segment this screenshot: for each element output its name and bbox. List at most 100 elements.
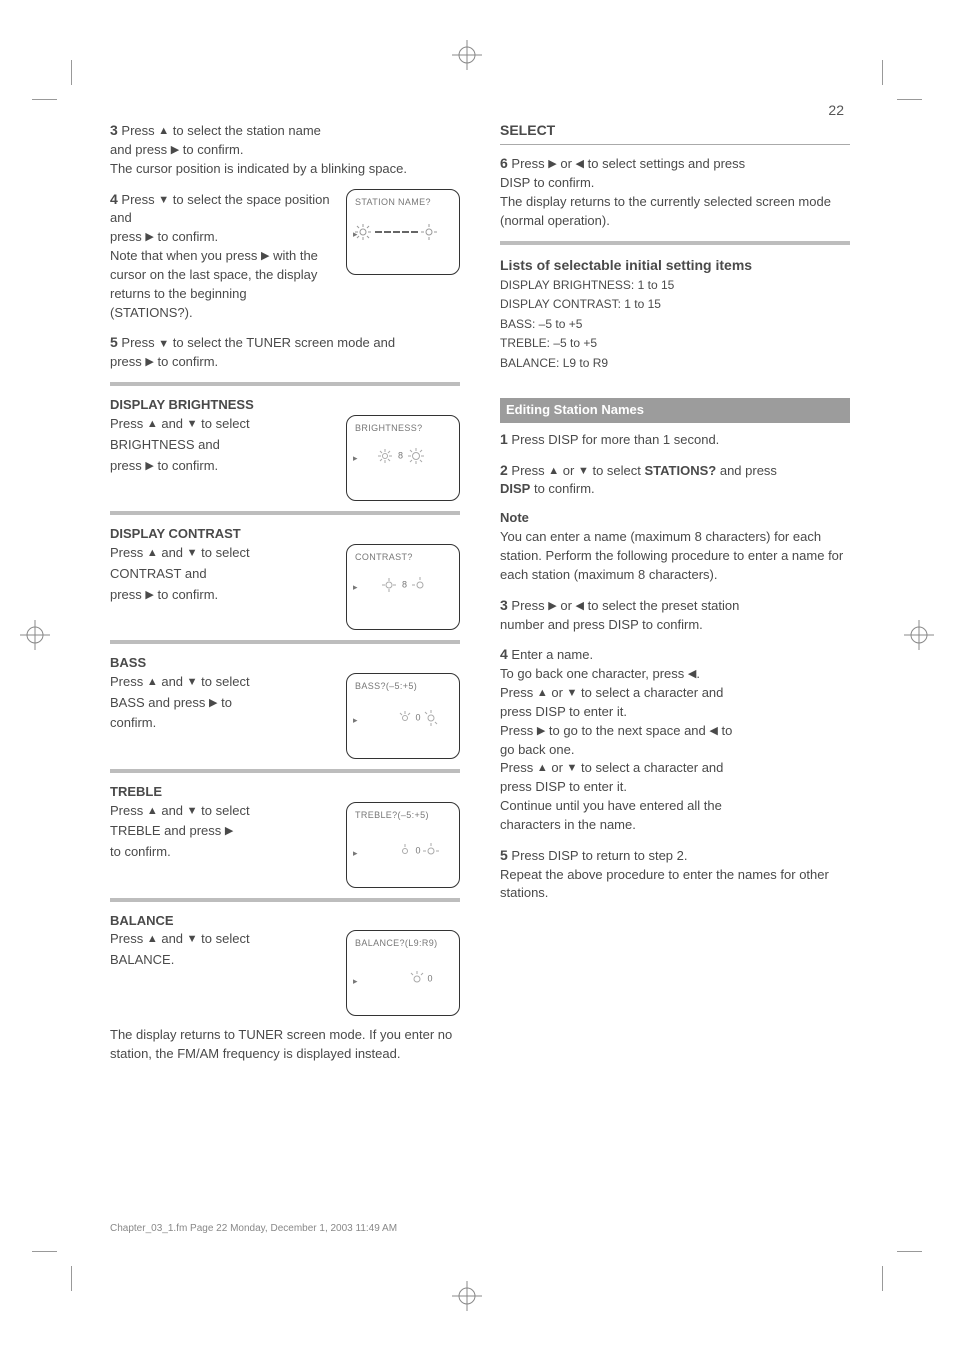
body-text: or xyxy=(557,156,576,171)
body-text: Repeat the above procedure to enter the … xyxy=(500,866,850,904)
body-text: Press xyxy=(110,545,147,560)
body-text: and xyxy=(158,674,187,689)
list-item: BALANCE: L9 to R9 xyxy=(500,355,850,372)
body-text: To go back one character, press xyxy=(500,666,688,681)
list-item: DISPLAY CONTRAST: 1 to 15 xyxy=(500,296,850,313)
edit-step-1: 1 Press DISP for more than 1 second. xyxy=(500,429,850,450)
note-body: You can enter a name (maximum 8 characte… xyxy=(500,528,850,585)
body-text: Press xyxy=(110,674,147,689)
sun-icon xyxy=(355,224,371,240)
divider xyxy=(110,511,460,515)
lcd-brightness: BRIGHTNESS? ▸ 8 xyxy=(346,415,460,501)
treble-label: TREBLE xyxy=(110,783,460,802)
divider xyxy=(110,769,460,773)
pointer-icon: ▸ xyxy=(353,714,358,727)
up-arrow-icon: ▲ xyxy=(537,688,548,699)
body-text: to select the TUNER screen mode and xyxy=(169,335,395,350)
down-arrow-icon: ▼ xyxy=(187,806,198,817)
body-text: or xyxy=(548,685,567,700)
left-arrow-icon: ◀ xyxy=(576,159,584,170)
body-text: . xyxy=(696,666,700,681)
body-text: Press xyxy=(110,803,147,818)
body-text: Press xyxy=(511,156,548,171)
body-text: to xyxy=(718,723,732,738)
body-text: to confirm. xyxy=(154,458,218,473)
body-text: Press xyxy=(110,416,147,431)
body-text: DISP to confirm. xyxy=(500,174,850,193)
body-text: to confirm. xyxy=(154,587,218,602)
down-arrow-icon: ▼ xyxy=(187,677,198,688)
edit-step-5: 5 Press DISP to return to step 2. Repeat… xyxy=(500,845,850,904)
down-arrow-icon: ▼ xyxy=(158,195,169,206)
body-text: press DISP to enter it. xyxy=(500,703,850,722)
edit-step-4: 4 Enter a name. To go back one character… xyxy=(500,644,850,834)
body-text: Press xyxy=(511,598,548,613)
divider xyxy=(500,241,850,245)
step-num: 4 xyxy=(500,646,508,662)
down-arrow-icon: ▼ xyxy=(567,688,578,699)
down-arrow-icon: ▼ xyxy=(187,548,198,559)
step-num: 6 xyxy=(500,155,508,171)
body-text: BASS and press xyxy=(110,695,209,710)
body-text: Press xyxy=(121,123,158,138)
divider xyxy=(110,640,460,644)
sun-icon xyxy=(421,224,437,240)
up-arrow-icon: ▲ xyxy=(147,806,158,817)
body-text: (STATIONS?). xyxy=(110,304,336,323)
brightness-label: DISPLAY BRIGHTNESS xyxy=(110,396,460,415)
up-arrow-icon: ▲ xyxy=(548,466,559,477)
lcd-title: CONTRAST? xyxy=(355,551,451,564)
step-4: 4 Press ▼ to select the space position a… xyxy=(110,189,460,323)
initial-settings-heading: Lists of selectable initial setting item… xyxy=(500,255,850,275)
body-text: to select a character and xyxy=(577,685,723,700)
step-num: 2 xyxy=(500,462,508,478)
body-text: to confirm. xyxy=(154,229,218,244)
registration-mark-left xyxy=(20,620,50,650)
left-arrow-icon: ◀ xyxy=(709,726,717,737)
body-text: Note that when you press xyxy=(110,248,261,263)
body-text: or xyxy=(557,598,576,613)
body-text: to select settings and press xyxy=(584,156,745,171)
body-text: confirm. xyxy=(110,714,336,733)
step-num: 4 xyxy=(110,191,118,207)
body-text: to select xyxy=(198,803,250,818)
sun-icon xyxy=(397,710,413,726)
body-text: and xyxy=(158,545,187,560)
up-arrow-icon: ▲ xyxy=(537,763,548,774)
right-arrow-icon: ▶ xyxy=(548,601,556,612)
right-arrow-icon: ▶ xyxy=(225,826,233,837)
stations-key: STATIONS? xyxy=(644,463,716,478)
lcd-title: TREBLE?(–5:+5) xyxy=(355,809,451,822)
body-text: to confirm. xyxy=(110,843,336,862)
body-text: to select xyxy=(198,674,250,689)
body-text: Press xyxy=(500,723,537,738)
pointer-icon: ▸ xyxy=(353,975,358,988)
sun-dim-icon xyxy=(377,448,393,464)
lcd-title: BALANCE?(L9:R9) xyxy=(355,937,451,950)
body-text: to select xyxy=(198,416,250,431)
right-arrow-icon: ▶ xyxy=(171,145,179,156)
body-text: to select xyxy=(589,463,645,478)
right-arrow-icon: ▶ xyxy=(145,590,153,601)
crop-mark-tr xyxy=(882,60,922,100)
body-text: or xyxy=(548,760,567,775)
crop-mark-tl xyxy=(32,60,72,100)
body-text: to go to the next space and xyxy=(545,723,709,738)
body-text: go back one. xyxy=(500,741,850,760)
step-num: 5 xyxy=(500,847,508,863)
note-block: Note You can enter a name (maximum 8 cha… xyxy=(500,509,850,584)
body-text: Press DISP for more than 1 second. xyxy=(511,432,719,447)
step-num: 3 xyxy=(500,597,508,613)
down-arrow-icon: ▼ xyxy=(578,466,589,477)
sun-icon xyxy=(412,577,428,593)
list-item: BASS: –5 to +5 xyxy=(500,316,850,333)
body-text: and press xyxy=(716,463,777,478)
step-6: 6 Press ▶ or ◀ to select settings and pr… xyxy=(500,153,850,230)
step-3: 3 Press ▲ to select the station name and… xyxy=(110,120,460,179)
lcd-title: BRIGHTNESS? xyxy=(355,422,451,435)
body-text: press xyxy=(110,458,145,473)
pointer-icon: ▸ xyxy=(353,452,358,465)
body-text: press xyxy=(110,587,145,602)
bass-label: BASS xyxy=(110,654,460,673)
body-text: with the xyxy=(270,248,318,263)
